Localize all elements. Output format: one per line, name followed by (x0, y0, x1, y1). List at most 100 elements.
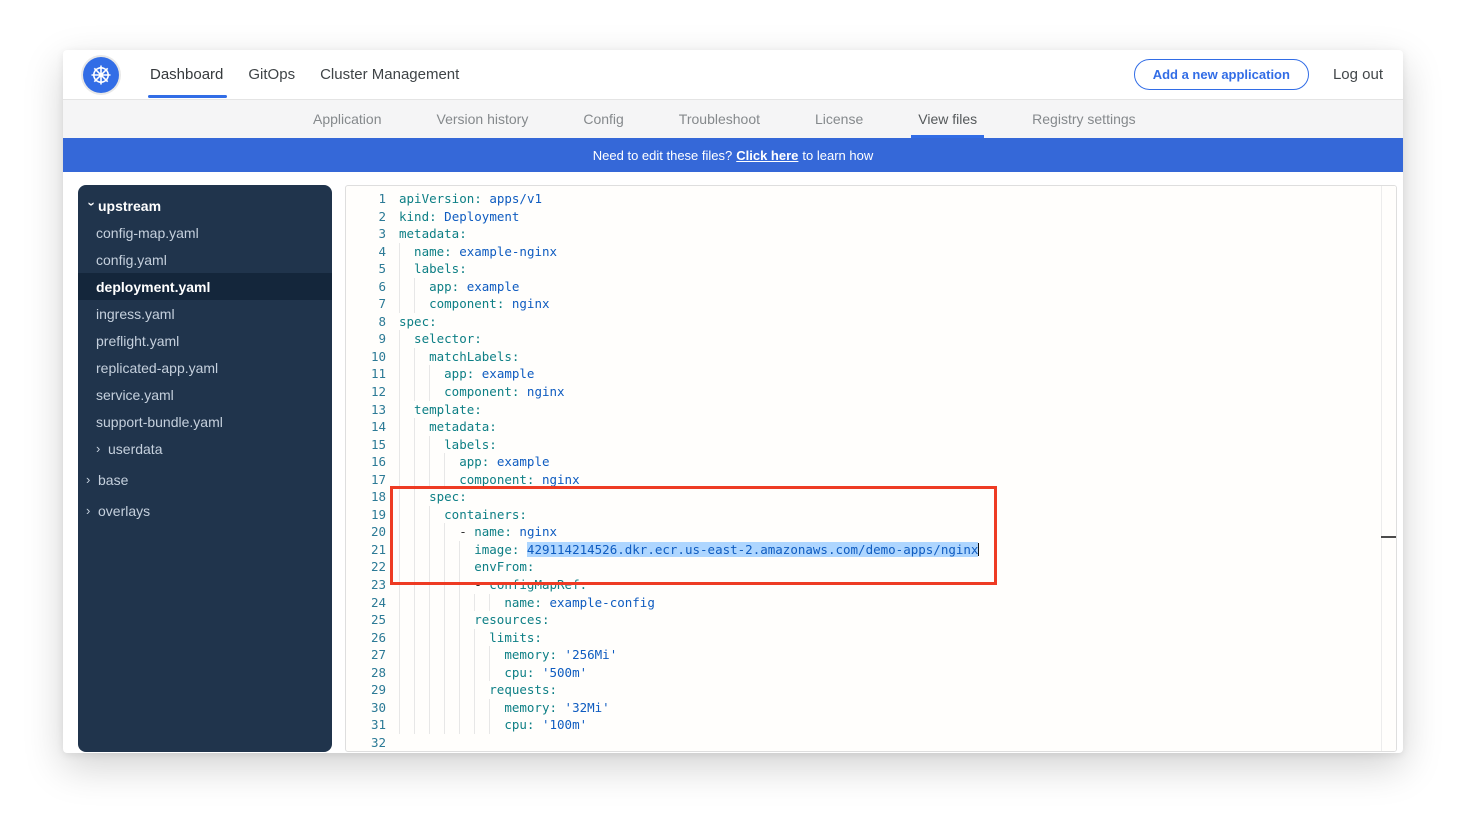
subnav-tab-troubleshoot[interactable]: Troubleshoot (679, 100, 760, 138)
indent-guide (414, 541, 429, 559)
indent-guide (474, 699, 489, 717)
file-tree-item-userdata[interactable]: ›userdata (78, 435, 332, 462)
logout-link[interactable]: Log out (1333, 66, 1383, 83)
file-tree-item-label: config.yaml (96, 252, 167, 268)
code-text: name: example-nginx (386, 243, 557, 261)
file-tree-item-base[interactable]: ›base (78, 466, 332, 493)
code-line-7[interactable]: 7component: nginx (346, 295, 1396, 313)
subnav-tab-config[interactable]: Config (583, 100, 623, 138)
token: envFrom: (474, 559, 534, 574)
subnav-tab-application[interactable]: Application (313, 100, 382, 138)
nav-tab-cluster-management[interactable]: Cluster Management (320, 50, 459, 99)
code-line-23[interactable]: 23- configMapRef: (346, 576, 1396, 594)
code-line-29[interactable]: 29requests: (346, 681, 1396, 699)
code-line-31[interactable]: 31cpu: '100m' (346, 716, 1396, 734)
indent-guide (459, 716, 474, 734)
file-tree-item-preflight-yaml[interactable]: preflight.yaml (78, 327, 332, 354)
code-text: memory: '32Mi' (386, 699, 610, 717)
code-line-30[interactable]: 30memory: '32Mi' (346, 699, 1396, 717)
token: name: (414, 244, 452, 259)
code-line-21[interactable]: 21image: 429114214526.dkr.ecr.us-east-2.… (346, 541, 1396, 559)
yaml-editor[interactable]: 1apiVersion: apps/v12kind: Deployment3me… (345, 185, 1397, 752)
code-line-9[interactable]: 9selector: (346, 330, 1396, 348)
top-header: Dashboard GitOps Cluster Management Add a … (63, 50, 1403, 100)
indent-guide (414, 558, 429, 576)
code-line-24[interactable]: 24name: example-config (346, 594, 1396, 612)
line-number: 25 (346, 611, 386, 629)
indent-guide (489, 716, 504, 734)
indent-guide (399, 365, 414, 383)
code-line-13[interactable]: 13template: (346, 401, 1396, 419)
code-text: template: (386, 401, 482, 419)
code-line-16[interactable]: 16app: example (346, 453, 1396, 471)
file-tree-item-config-yaml[interactable]: config.yaml (78, 246, 332, 273)
code-line-27[interactable]: 27memory: '256Mi' (346, 646, 1396, 664)
file-tree-item-config-map-yaml[interactable]: config-map.yaml (78, 219, 332, 246)
code-line-1[interactable]: 1apiVersion: apps/v1 (346, 190, 1396, 208)
code-text: spec: (386, 488, 467, 506)
code-line-3[interactable]: 3metadata: (346, 225, 1396, 243)
file-tree-item-ingress-yaml[interactable]: ingress.yaml (78, 300, 332, 327)
code-line-19[interactable]: 19containers: (346, 506, 1396, 524)
indent-guide (399, 576, 414, 594)
add-application-button[interactable]: Add a new application (1134, 59, 1309, 90)
file-tree-item-deployment-yaml[interactable]: deployment.yaml (78, 273, 332, 300)
code-line-20[interactable]: 20- name: nginx (346, 523, 1396, 541)
token: nginx (534, 472, 579, 487)
indent-guide (459, 664, 474, 682)
file-tree-item-replicated-app-yaml[interactable]: replicated-app.yaml (78, 354, 332, 381)
chevron-right-icon[interactable]: › (86, 472, 98, 487)
code-text: component: nginx (386, 383, 565, 401)
subnav-tab-license[interactable]: License (815, 100, 863, 138)
code-line-5[interactable]: 5labels: (346, 260, 1396, 278)
subnav-tab-view-files[interactable]: View files (918, 100, 977, 138)
code-line-17[interactable]: 17component: nginx (346, 471, 1396, 489)
code-line-18[interactable]: 18spec: (346, 488, 1396, 506)
nav-tab-dashboard[interactable]: Dashboard (150, 50, 223, 99)
subnav-tab-version-history[interactable]: Version history (437, 100, 529, 138)
indent-guide (414, 453, 429, 471)
indent-guide (444, 629, 459, 647)
token: example (489, 454, 549, 469)
indent-guide (429, 453, 444, 471)
file-tree-item-overlays[interactable]: ›overlays (78, 497, 332, 524)
code-line-8[interactable]: 8spec: (346, 313, 1396, 331)
code-line-4[interactable]: 4name: example-nginx (346, 243, 1396, 261)
code-line-32[interactable]: 32 (346, 734, 1396, 752)
indent-guide (399, 629, 414, 647)
indent-guide (459, 558, 474, 576)
code-line-2[interactable]: 2kind: Deployment (346, 208, 1396, 226)
code-line-10[interactable]: 10matchLabels: (346, 348, 1396, 366)
indent-guide (414, 699, 429, 717)
line-number: 16 (346, 453, 386, 471)
file-tree-item-support-bundle-yaml[interactable]: support-bundle.yaml (78, 408, 332, 435)
chevron-down-icon[interactable]: › (85, 202, 100, 214)
file-tree-item-upstream[interactable]: ›upstream (78, 192, 332, 219)
token: memory: (504, 647, 557, 662)
subnav-tab-registry-settings[interactable]: Registry settings (1032, 100, 1135, 138)
file-tree-item-service-yaml[interactable]: service.yaml (78, 381, 332, 408)
code-line-22[interactable]: 22envFrom: (346, 558, 1396, 576)
code-line-12[interactable]: 12component: nginx (346, 383, 1396, 401)
chevron-right-icon[interactable]: › (96, 441, 108, 456)
code-line-26[interactable]: 26limits: (346, 629, 1396, 647)
code-line-15[interactable]: 15labels: (346, 436, 1396, 454)
indent-guide (414, 278, 429, 296)
line-number: 28 (346, 664, 386, 682)
code-line-25[interactable]: 25resources: (346, 611, 1396, 629)
chevron-right-icon[interactable]: › (86, 503, 98, 518)
indent-guide (399, 541, 414, 559)
indent-guide (429, 629, 444, 647)
indent-guide (474, 646, 489, 664)
primary-nav: Dashboard GitOps Cluster Management (150, 50, 459, 99)
nav-tab-gitops[interactable]: GitOps (248, 50, 295, 99)
code-line-14[interactable]: 14metadata: (346, 418, 1396, 436)
token: metadata: (429, 419, 497, 434)
editor-overview-ruler[interactable] (1381, 186, 1396, 751)
code-line-28[interactable]: 28cpu: '500m' (346, 664, 1396, 682)
banner-click-here-link[interactable]: Click here (736, 148, 798, 163)
indent-guide (399, 558, 414, 576)
code-line-11[interactable]: 11app: example (346, 365, 1396, 383)
indent-guide (414, 418, 429, 436)
code-line-6[interactable]: 6app: example (346, 278, 1396, 296)
